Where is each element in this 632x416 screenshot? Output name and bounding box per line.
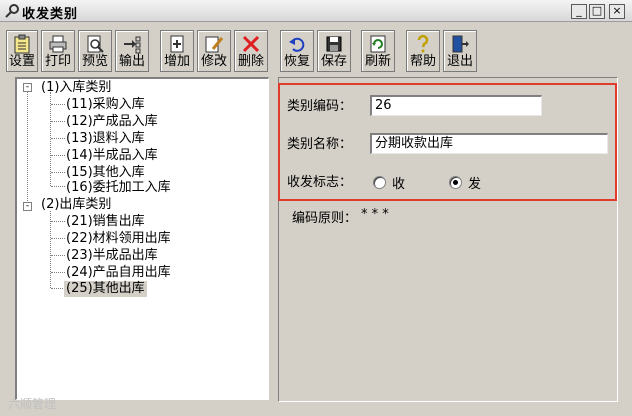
name-label: 类别名称： <box>287 137 353 152</box>
tree-connector <box>51 255 65 256</box>
export-button-label: 输出 <box>118 54 145 69</box>
tree-connector <box>51 272 65 273</box>
refresh-button[interactable]: 刷新 <box>361 30 395 72</box>
radio-issue-label: 发 <box>468 177 482 192</box>
tree-item-22[interactable]: (22)材料领用出库 <box>66 231 171 247</box>
exit-button[interactable]: 退出 <box>443 30 477 72</box>
print-button[interactable]: 打印 <box>41 30 75 72</box>
help-button[interactable]: 帮助 <box>406 30 440 72</box>
tree-connector <box>51 221 65 222</box>
tree-item-25[interactable]: (25)其他出库 <box>64 281 147 297</box>
maximize-button[interactable]: □ <box>589 4 605 19</box>
tree-connector <box>50 211 51 288</box>
toolbar: 设置 打印 预览 输出 增加 修改 删除 恢复 保存 刷新 帮助 退出 <box>4 30 628 74</box>
preview-button-label: 预览 <box>81 54 108 69</box>
tree-connector <box>27 91 28 207</box>
preview-button[interactable]: 预览 <box>78 30 112 72</box>
tree-group-outbound[interactable]: (2)出库类别 <box>41 197 111 213</box>
edit-button-label: 修改 <box>200 54 227 69</box>
radio-issue-dot <box>453 180 458 185</box>
collapse-group2-button[interactable]: - <box>23 202 32 211</box>
code-label: 类别编码： <box>287 99 353 114</box>
title-bar[interactable]: 收发类别 _ □ × <box>0 0 632 22</box>
tree-item-24[interactable]: (24)产品自用出库 <box>66 265 171 281</box>
close-button[interactable]: × <box>609 4 625 19</box>
flag-label: 收发标志： <box>287 175 353 190</box>
save-button[interactable]: 保存 <box>317 30 351 72</box>
app-window: 收发类别 _ □ × 设置 打印 预览 输出 增加 修改 删除 恢复 保存 刷新… <box>0 0 632 416</box>
settings-button-label: 设置 <box>8 54 35 69</box>
rule-label: 编码原则： <box>292 211 358 226</box>
collapse-group1-button[interactable]: - <box>23 83 32 92</box>
tree-connector <box>51 155 65 156</box>
radio-receive[interactable] <box>373 176 386 189</box>
code-input[interactable]: 26 <box>370 95 542 116</box>
tree-item-12[interactable]: (12)产成品入库 <box>66 114 158 130</box>
export-button[interactable]: 输出 <box>115 30 149 72</box>
tree-item-14[interactable]: (14)半成品入库 <box>66 148 158 164</box>
delete-button[interactable]: 删除 <box>234 30 268 72</box>
name-input[interactable]: 分期收款出库 <box>370 133 608 154</box>
tree-item-23[interactable]: (23)半成品出库 <box>66 248 158 264</box>
tree-connector <box>51 104 65 105</box>
tree-connector <box>51 138 65 139</box>
print-button-label: 打印 <box>44 54 71 69</box>
minimize-button[interactable]: _ <box>571 4 587 19</box>
refresh-button-label: 刷新 <box>364 54 391 69</box>
add-button-label: 增加 <box>163 54 190 69</box>
radio-receive-label: 收 <box>392 177 406 192</box>
delete-button-label: 删除 <box>237 54 264 69</box>
tree-item-16[interactable]: (16)委托加工入库 <box>66 180 171 196</box>
tree-item-11[interactable]: (11)采购入库 <box>66 97 145 113</box>
help-button-label: 帮助 <box>409 54 436 69</box>
exit-button-label: 退出 <box>446 54 473 69</box>
window-title: 收发类别 <box>22 7 79 22</box>
tree-item-15[interactable]: (15)其他入库 <box>66 165 145 181</box>
tree-connector <box>51 288 65 289</box>
edit-button[interactable]: 修改 <box>197 30 231 72</box>
tree-connector <box>51 121 65 122</box>
restore-button[interactable]: 恢复 <box>280 30 314 72</box>
app-icon <box>5 4 19 18</box>
add-button[interactable]: 增加 <box>160 30 194 72</box>
tree-connector <box>51 172 65 173</box>
radio-issue[interactable] <box>449 176 462 189</box>
restore-button-label: 恢复 <box>283 54 310 69</box>
category-tree[interactable]: - (1)入库类别 (11)采购入库 (12)产成品入库 (13)退料入库 (1… <box>15 77 269 400</box>
tree-connector <box>51 238 65 239</box>
watermark: 六顺管理 <box>8 397 57 411</box>
tree-connector <box>51 186 65 187</box>
save-button-label: 保存 <box>320 54 347 69</box>
tree-item-13[interactable]: (13)退料入库 <box>66 131 145 147</box>
rule-value: * * * <box>361 207 389 222</box>
tree-group-inbound[interactable]: (1)入库类别 <box>41 80 111 96</box>
tree-item-21[interactable]: (21)销售出库 <box>66 214 145 230</box>
settings-button[interactable]: 设置 <box>6 30 38 72</box>
